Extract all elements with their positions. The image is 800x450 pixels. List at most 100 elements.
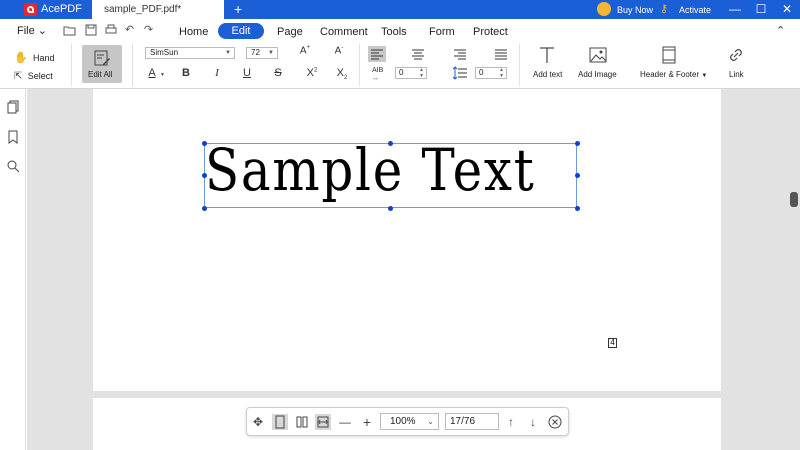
subscript-mark: 2 — [344, 75, 348, 82]
chevron-down-icon: ▼ — [701, 73, 708, 79]
resize-handle-bottom[interactable] — [388, 206, 393, 211]
add-text-button[interactable]: Add text — [533, 70, 562, 79]
page-number-input[interactable]: 17/76 — [445, 413, 499, 430]
acepdf-logo-icon — [24, 3, 37, 16]
search-icon[interactable] — [6, 159, 20, 173]
document-tab[interactable]: sample_PDF.pdf* — [92, 0, 224, 19]
tab-comment[interactable]: Comment — [320, 26, 368, 38]
font-color-dropdown-icon[interactable]: ▼ — [160, 72, 165, 78]
dropdown-arrow-icon: ▼ — [225, 50, 231, 56]
line-spacing-value: 0 — [479, 68, 484, 77]
maximize-button[interactable]: ☐ — [748, 0, 774, 19]
open-folder-icon[interactable] — [63, 24, 76, 37]
tab-edit[interactable]: Edit — [218, 23, 264, 39]
edit-all-label: Edit All — [88, 70, 113, 79]
superscript-letter: X — [306, 67, 314, 79]
justify-icon[interactable] — [492, 46, 510, 65]
next-page-icon[interactable]: ↓ — [525, 414, 541, 430]
document-page[interactable] — [93, 89, 721, 391]
character-spacing-input[interactable]: 0 ▲ ▼ — [395, 67, 427, 79]
strikethrough-button[interactable]: S — [270, 67, 286, 79]
underline-button[interactable]: U — [239, 67, 255, 79]
activate-button[interactable]: Activate — [679, 5, 711, 15]
hand-tool[interactable]: ✋ Hand — [14, 50, 55, 64]
resize-handle-right[interactable] — [575, 173, 580, 178]
new-tab-button[interactable]: + — [234, 1, 242, 17]
resize-handle-top[interactable] — [388, 141, 393, 146]
tab-protect[interactable]: Protect — [473, 26, 508, 38]
zoom-value: 100% — [390, 416, 416, 427]
hand-label: Hand — [33, 53, 55, 63]
sample-text[interactable]: Sample Text — [205, 136, 535, 204]
zoom-select[interactable]: 100% ⌄ — [380, 413, 439, 430]
align-left-icon — [371, 49, 383, 60]
two-page-icon[interactable] — [294, 414, 310, 430]
zoom-in-icon[interactable]: + — [359, 414, 375, 430]
zoom-out-icon[interactable]: — — [337, 414, 353, 430]
add-text-icon[interactable] — [538, 46, 556, 67]
font-size-select[interactable]: 72 ▼ — [246, 47, 278, 59]
close-circle-icon[interactable] — [547, 414, 563, 430]
add-image-icon[interactable] — [589, 46, 607, 67]
vertical-scrollbar-thumb[interactable] — [790, 192, 798, 207]
edit-document-icon — [93, 49, 111, 70]
tab-page[interactable]: Page — [277, 26, 303, 38]
subscript-letter: X — [336, 67, 344, 79]
print-icon[interactable] — [104, 24, 117, 37]
app-title: AcePDF — [41, 3, 82, 15]
font-name-value: SimSun — [150, 48, 179, 57]
resize-handle-top-left[interactable] — [202, 141, 207, 146]
buy-now-icon[interactable] — [597, 2, 611, 16]
align-center-icon[interactable] — [409, 46, 427, 65]
single-page-icon[interactable] — [272, 414, 288, 430]
resize-handle-left[interactable] — [202, 173, 207, 178]
font-size-value: 72 — [251, 48, 260, 57]
chevron-down-icon: ⌄ — [427, 417, 434, 426]
subscript-button[interactable]: X2 — [334, 67, 350, 81]
select-tool[interactable]: ⇱ Select — [14, 68, 53, 82]
minimize-button[interactable]: — — [722, 0, 748, 19]
tab-form[interactable]: Form — [429, 26, 455, 38]
file-menu[interactable]: File ⌄ — [17, 24, 47, 37]
header-footer-button[interactable]: Header & Footer ▼ — [640, 70, 707, 79]
bold-button[interactable]: B — [178, 67, 194, 79]
dropdown-arrow-icon: ▼ — [268, 50, 274, 56]
bookmark-icon[interactable] — [6, 130, 20, 144]
font-color-icon[interactable]: A — [144, 67, 160, 79]
font-name-select[interactable]: SimSun ▼ — [145, 47, 235, 59]
resize-handle-top-right[interactable] — [575, 141, 580, 146]
thumbnails-icon[interactable] — [6, 100, 20, 114]
resize-handle-bottom-right[interactable] — [575, 206, 580, 211]
spinner-icon[interactable]: ▲ ▼ — [419, 67, 424, 79]
font-color-letter: A — [148, 67, 156, 79]
line-spacing-input[interactable]: 0 ▲ ▼ — [475, 67, 507, 79]
close-button[interactable]: ✕ — [774, 0, 800, 19]
superscript-button[interactable]: X2 — [304, 67, 320, 79]
file-menu-label: File — [17, 25, 35, 37]
add-image-button[interactable]: Add Image — [578, 70, 617, 79]
link-button[interactable]: Link — [729, 70, 744, 79]
tab-home[interactable]: Home — [179, 26, 208, 38]
previous-page-icon[interactable]: ↑ — [503, 414, 519, 430]
character-spacing-value: 0 — [399, 68, 404, 77]
decrease-font-size-icon[interactable]: A- — [331, 45, 347, 56]
collapse-ribbon-icon[interactable]: ⌃ — [776, 24, 785, 37]
undo-icon[interactable]: ↶ — [123, 24, 136, 37]
fit-width-icon[interactable] — [315, 414, 331, 430]
spinner-icon[interactable]: ▲ ▼ — [499, 67, 504, 79]
save-icon[interactable] — [84, 24, 97, 37]
select-label: Select — [27, 71, 53, 81]
key-icon[interactable]: ⚷ — [660, 3, 668, 15]
italic-button[interactable]: I — [209, 67, 225, 79]
align-left-button[interactable] — [368, 46, 386, 62]
resize-handle-bottom-left[interactable] — [202, 206, 207, 211]
tab-tools[interactable]: Tools — [381, 26, 407, 38]
line-spacing-icon — [452, 66, 468, 83]
header-footer-icon[interactable] — [662, 46, 676, 67]
redo-icon[interactable]: ↷ — [142, 24, 155, 37]
move-icon[interactable]: ✥ — [250, 414, 266, 430]
buy-now-button[interactable]: Buy Now — [617, 5, 653, 15]
align-right-icon[interactable] — [451, 46, 469, 65]
increase-font-size-icon[interactable]: A+ — [297, 45, 313, 56]
link-icon[interactable] — [727, 46, 745, 67]
